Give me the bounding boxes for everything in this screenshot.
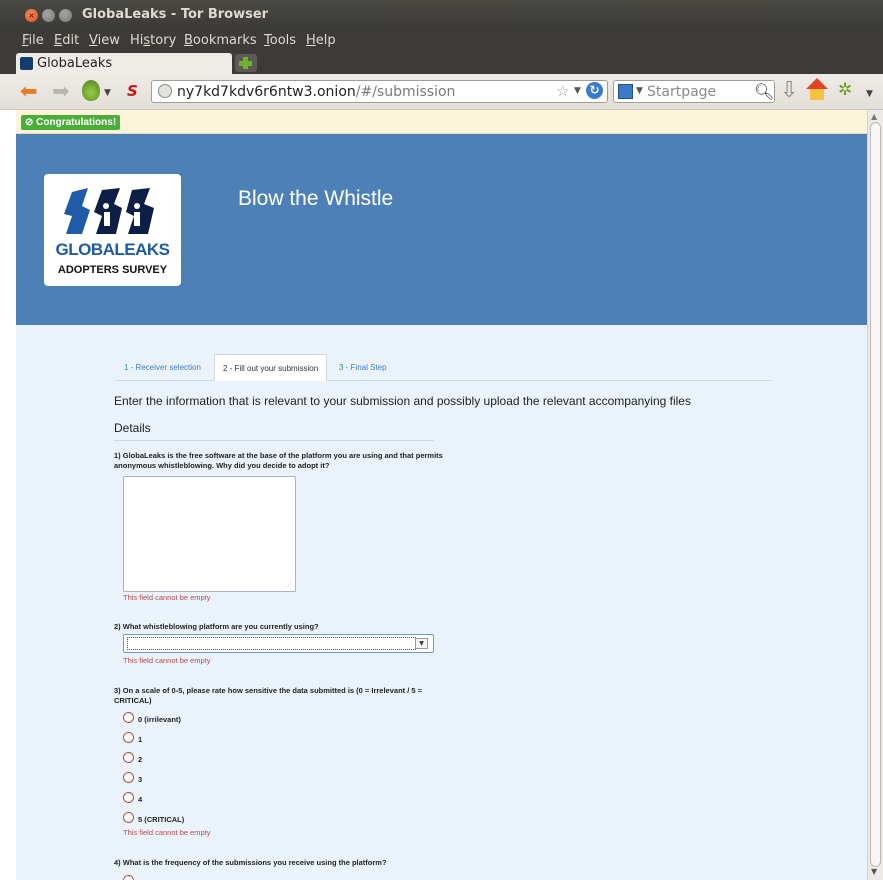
window-close-button[interactable]: × [25,9,38,22]
question-2-label: 2) What whistleblowing platform are you … [114,622,319,631]
radio-button[interactable] [123,752,134,763]
url-bar[interactable]: ny7kd7kdv6r6ntw3.onion/#/submission ☆ ▼ … [151,80,608,103]
step-final[interactable]: 3 - Final Step [339,354,387,381]
logo-subtitle: ADOPTERS SURVEY [57,264,168,276]
menu-help[interactable]: Help [306,33,336,48]
magnifier-icon[interactable]: 🔍︎ [754,82,774,101]
tab-label: GlobaLeaks [37,56,113,71]
radio-button[interactable] [123,792,134,803]
page-scrollbar[interactable]: ▲ ▼ [867,110,883,880]
back-arrow-icon[interactable]: ⬅ [20,81,38,102]
question-3-label: 3) On a scale of 0-5, please rate how se… [114,686,423,705]
search-placeholder: Startpage [647,84,717,100]
url-text: ny7kd7kdv6r6ntw3.onion/#/submission [177,84,456,100]
window-minimize-button[interactable] [42,9,55,22]
chevron-down-icon[interactable]: ▼ [415,638,428,649]
radio-label: 5 (CRITICAL) [138,815,185,824]
menu-history[interactable]: History [130,33,176,48]
window-maximize-button[interactable] [59,9,72,22]
menu-file[interactable]: File [22,33,44,48]
step-receiver-selection[interactable]: 1 - Receiver selection [124,354,201,381]
menu-view[interactable]: View [89,33,120,48]
radio-button[interactable] [123,772,134,783]
question-3-error: This field cannot be empty [123,828,211,837]
tab-strip: GlobaLeaks [0,52,883,74]
congratulations-badge: ⊘ Congratulations! [21,115,121,130]
resize-grip-icon[interactable]: ⋰ [285,581,292,589]
submission-intro: Enter the information that is relevant t… [114,394,691,408]
page-left-margin [0,110,16,880]
chevron-down-icon[interactable]: ▼ [104,83,111,103]
chevron-down-icon[interactable]: ▼ [574,86,581,96]
radio-label: 3 [138,775,143,784]
torbutton-icon[interactable]: ✲ [838,80,852,100]
search-bar[interactable]: ▼ Startpage 🔍︎ [613,80,775,103]
scroll-up-icon[interactable]: ▲ [871,112,877,121]
radio-label: 4 [138,795,143,804]
home-icon[interactable] [806,78,828,102]
search-engine-icon[interactable] [618,84,633,99]
question-2-select[interactable]: ▼ [123,634,434,653]
menu-tools[interactable]: Tools [264,33,296,48]
navigation-bar: ⬅ ➡ ▼ S ny7kd7kdv6r6ntw3.onion/#/submiss… [0,74,883,110]
select-focus-ring [127,637,416,650]
scroll-down-icon[interactable]: ▼ [871,867,877,876]
whistleblower-figures-icon [64,188,154,234]
radio-button[interactable] [123,732,134,743]
question-1-label: 1) GlobaLeaks is the free software at th… [114,451,443,470]
chevron-down-icon[interactable]: ▼ [866,84,873,104]
globe-icon [158,84,172,98]
radio-button[interactable] [123,712,134,723]
radio-label: 0 (irrilevant) [138,715,181,724]
tab-globaleaks[interactable]: GlobaLeaks [16,53,232,74]
new-tab-button[interactable] [235,54,257,72]
reload-icon[interactable]: ↻ [586,82,603,99]
menu-bar: File Edit View History Bookmarks Tools H… [0,30,883,52]
browser-window: × GlobaLeaks - Tor Browser File Edit Vie… [0,0,883,880]
radio-label: 1 [138,735,143,744]
question-1-error: This field cannot be empty [123,593,211,602]
window-title: GlobaLeaks - Tor Browser [82,7,269,22]
bookmark-star-icon[interactable]: ☆ [556,82,569,100]
radio-label: 2 [138,755,143,764]
radio-button[interactable] [123,812,134,823]
title-bar: × GlobaLeaks - Tor Browser [0,0,883,30]
question-4-label: 4) What is the frequency of the submissi… [114,858,387,867]
logo-wordmark: GLOBALEAKS [55,240,171,259]
download-arrow-icon[interactable]: ⇩ [780,80,798,102]
forward-arrow-icon[interactable]: ➡ [52,81,70,102]
menu-bookmarks[interactable]: Bookmarks [184,33,257,48]
tor-onion-icon[interactable] [82,80,100,101]
details-heading: Details [114,421,434,441]
globaleaks-logo: GLOBALEAKS ADOPTERS SURVEY [44,174,181,286]
hero-banner: GLOBALEAKS ADOPTERS SURVEY Blow the Whis… [16,134,867,325]
scrollbar-thumb[interactable] [870,122,881,867]
page-content: GLOBALEAKS ADOPTERS SURVEY Blow the Whis… [16,134,867,880]
question-2-error: This field cannot be empty [123,656,211,665]
step-fill-submission[interactable]: 2 - Fill out your submission [214,354,328,381]
page-title: Blow the Whistle [238,187,394,210]
radio-button[interactable] [123,875,134,880]
chevron-down-icon[interactable]: ▼ [636,86,643,96]
notification-bar: ⊘ Congratulations! [16,110,867,134]
question-1-textarea[interactable]: ⋰ [123,476,296,592]
globaleaks-favicon-icon [20,57,33,70]
noscript-icon[interactable]: S [127,81,138,101]
menu-edit[interactable]: Edit [54,33,79,48]
wizard-steps: 1 - Receiver selection 2 - Fill out your… [115,354,771,381]
